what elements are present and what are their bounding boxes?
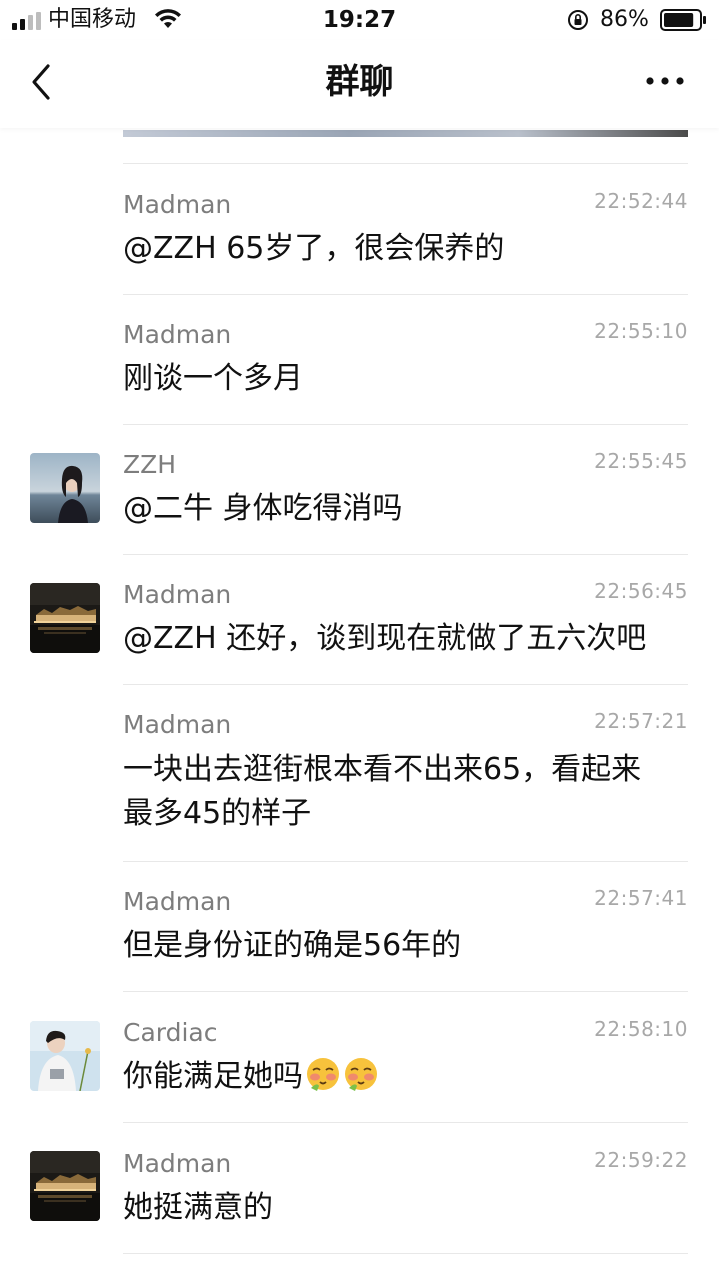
sender-name[interactable]: ZZH: [123, 450, 176, 480]
message-text: @ZZH 还好，谈到现在就做了五六次吧: [123, 621, 647, 656]
night-palace-avatar-image: [30, 1151, 100, 1221]
divider: [123, 991, 688, 992]
avatar-madman[interactable]: [30, 1151, 100, 1221]
sender-name[interactable]: Madman: [123, 1149, 231, 1179]
message-text-line-1: 一块出去逛街根本看不出来65，看起来: [123, 752, 642, 787]
divider: [123, 424, 688, 425]
more-dots-icon[interactable]: [640, 66, 690, 96]
message-text-row: 你能满足她吗: [123, 1054, 683, 1099]
avatar-zzh[interactable]: [30, 453, 100, 523]
sender-name[interactable]: Madman: [123, 190, 231, 220]
orientation-lock-icon: [568, 10, 588, 30]
divider: [123, 861, 688, 862]
girl-avatar-image: [30, 453, 100, 523]
message-text: 她挺满意的: [123, 1190, 273, 1225]
blushing-emoji-icon: [345, 1058, 377, 1091]
night-palace-avatar-image: [30, 583, 100, 653]
message-text: @二牛 身体吃得消吗: [123, 491, 403, 526]
divider: [123, 294, 688, 295]
avatar-cardiac[interactable]: [30, 1021, 100, 1091]
message-time: 22:56:45: [594, 579, 688, 603]
message-text: @ZZH 65岁了，很会保养的: [123, 231, 505, 266]
previous-image-message[interactable]: [123, 130, 688, 137]
divider: [123, 163, 688, 164]
boy-avatar-image: [30, 1021, 100, 1091]
divider: [123, 554, 688, 555]
message-time: 22:57:21: [594, 709, 688, 733]
status-bar: 中国移动 19:27 86%: [0, 0, 719, 40]
message-text: 但是身份证的确是56年的: [123, 928, 462, 963]
message-time: 22:55:10: [594, 319, 688, 343]
blushing-emoji-icon: [307, 1058, 339, 1091]
navigation-bar: 群聊: [0, 40, 719, 128]
page-title: 群聊: [325, 62, 394, 102]
sender-name[interactable]: Madman: [123, 710, 231, 740]
message-time: 22:59:22: [594, 1148, 688, 1172]
battery-percent: 86%: [600, 7, 649, 32]
sender-name[interactable]: Madman: [123, 580, 231, 610]
message-time: 22:58:10: [594, 1017, 688, 1041]
battery-icon: [660, 9, 706, 31]
sender-name[interactable]: Madman: [123, 320, 231, 350]
message-text: 你能满足她吗: [123, 1059, 303, 1094]
message-time: 22:55:45: [594, 449, 688, 473]
sender-name[interactable]: Cardiac: [123, 1018, 218, 1048]
divider: [123, 684, 688, 685]
message-time: 22:57:41: [594, 886, 688, 910]
divider: [123, 1253, 688, 1254]
avatar-madman[interactable]: [30, 583, 100, 653]
message-text: 刚谈一个多月: [123, 361, 303, 396]
message-text-line-2: 最多45的样子: [123, 796, 312, 831]
sender-name[interactable]: Madman: [123, 887, 231, 917]
message-time: 22:52:44: [594, 189, 688, 213]
divider: [123, 1122, 688, 1123]
